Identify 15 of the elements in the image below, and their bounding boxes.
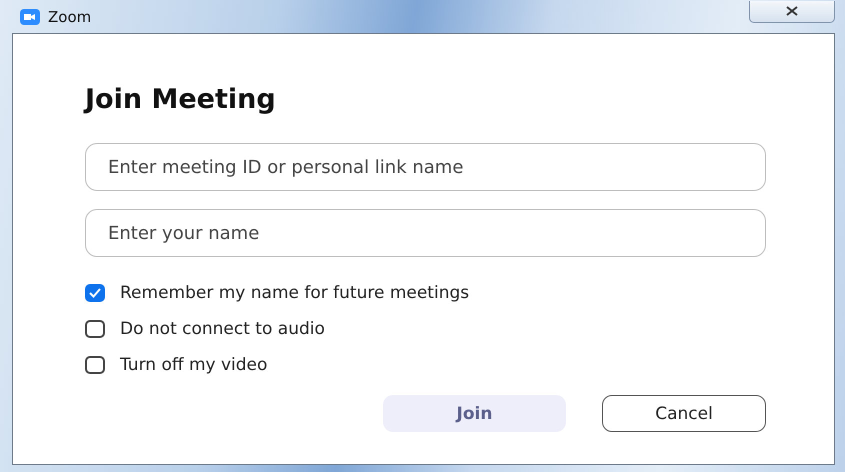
- window-title: Zoom: [48, 8, 92, 26]
- close-button[interactable]: [749, 0, 835, 22]
- checkbox-label: Turn off my video: [120, 355, 268, 375]
- checkbox[interactable]: [85, 284, 105, 302]
- checkbox[interactable]: [85, 356, 105, 374]
- checkbox-label: Do not connect to audio: [120, 319, 325, 339]
- camera-icon: [20, 8, 40, 24]
- checkbox[interactable]: [85, 320, 105, 338]
- checkbox-label: Remember my name for future meetings: [120, 283, 470, 303]
- check-icon: [89, 288, 101, 298]
- cancel-button[interactable]: Cancel: [602, 395, 766, 432]
- close-icon: [785, 6, 799, 16]
- dialog-heading: Join Meeting: [85, 84, 277, 115]
- input-field[interactable]: Enter meeting ID or personal link name: [85, 143, 766, 191]
- input-field[interactable]: Enter your name: [85, 209, 766, 257]
